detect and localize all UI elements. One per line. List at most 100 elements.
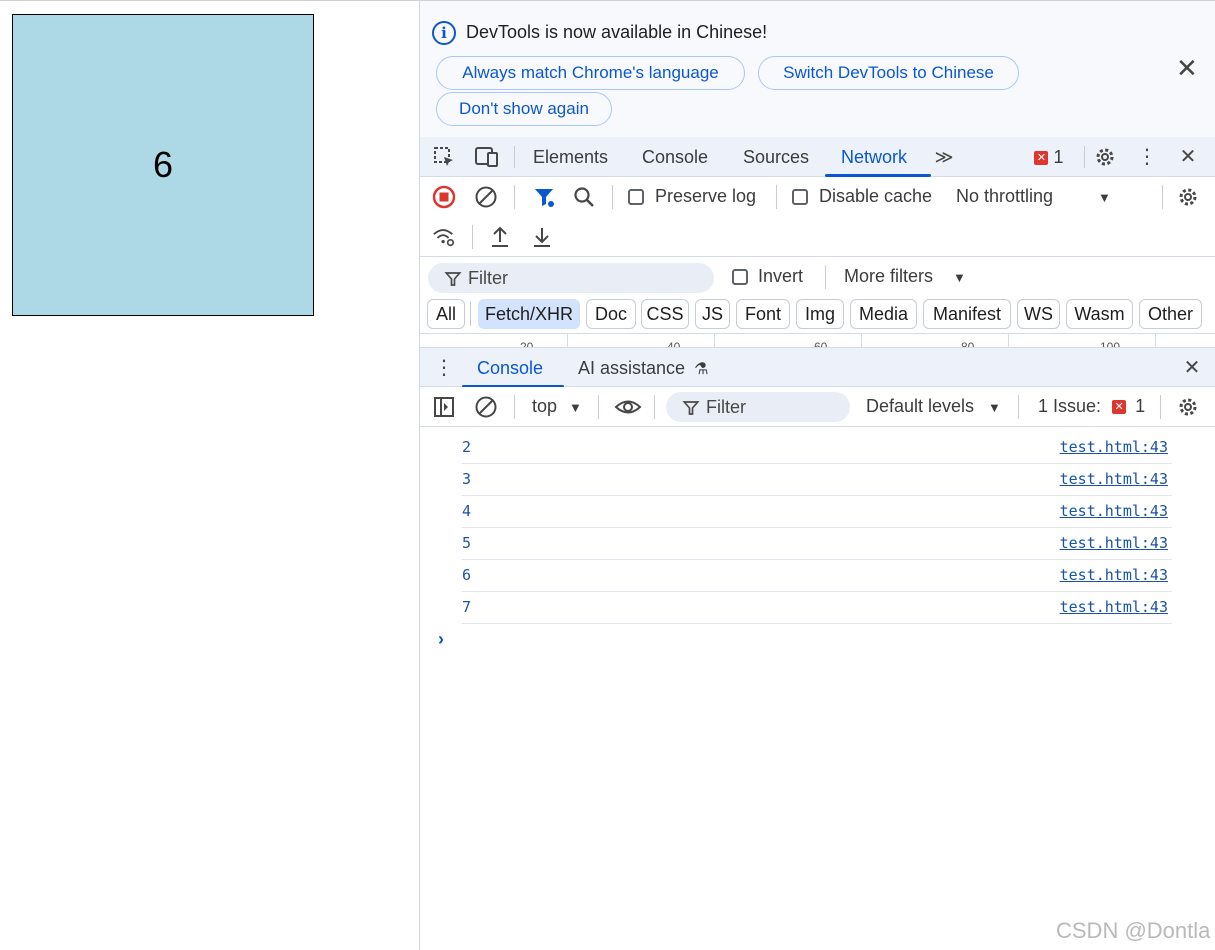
filter-placeholder: Filter	[706, 397, 746, 417]
more-options-icon[interactable]: ⋮	[1135, 145, 1159, 169]
close-devtools-icon[interactable]: ✕	[1176, 145, 1200, 169]
resource-type-filters: All Fetch/XHR Doc CSS JS Font Img Media …	[420, 297, 1215, 333]
source-link[interactable]: test.html:43	[1060, 534, 1168, 552]
settings-gear-icon[interactable]	[1093, 145, 1117, 169]
type-filter-media[interactable]: Media	[850, 299, 917, 329]
timeline-label: 100	[1100, 340, 1121, 347]
timeline-label: 60	[814, 340, 828, 347]
log-value: 3	[462, 470, 472, 488]
type-filter-other[interactable]: Other	[1139, 299, 1202, 329]
log-value: 2	[462, 438, 472, 456]
issues-button[interactable]: 1 Issue: ✕ 1	[1038, 396, 1145, 417]
type-filter-ws[interactable]: WS	[1017, 299, 1060, 329]
funnel-icon	[444, 268, 462, 293]
network-toolbar: Preserve log Disable cache No throttling…	[420, 177, 1215, 217]
source-link[interactable]: test.html:43	[1060, 598, 1168, 616]
source-link[interactable]: test.html:43	[1060, 470, 1168, 488]
chevron-down-icon[interactable]: ▼	[1098, 190, 1111, 205]
type-filter-doc[interactable]: Doc	[586, 299, 636, 329]
ai-assistance-label: AI assistance	[578, 358, 686, 378]
flask-icon: ⚗	[694, 361, 709, 378]
source-link[interactable]: test.html:43	[1060, 502, 1168, 520]
device-toolbar-icon[interactable]	[474, 145, 498, 169]
throttling-select[interactable]: No throttling	[956, 186, 1053, 207]
drawer-tab-ai-assistance[interactable]: AI assistance ⚗	[578, 348, 708, 388]
log-value: 6	[462, 566, 472, 584]
console-settings-icon[interactable]	[1176, 395, 1200, 419]
console-message: 5 test.html:43	[462, 528, 1172, 560]
type-filter-all[interactable]: All	[427, 299, 465, 329]
close-drawer-icon[interactable]: ✕	[1180, 356, 1204, 380]
log-value: 4	[462, 502, 472, 520]
issues-label: 1 Issue:	[1038, 396, 1102, 416]
console-message: 7 test.html:43	[462, 592, 1172, 624]
source-link[interactable]: test.html:43	[1060, 438, 1168, 456]
log-levels-dropdown[interactable]: Default levels	[866, 396, 974, 417]
filter-placeholder: Filter	[468, 268, 508, 288]
main-tab-bar: Elements Console Sources Network ≫ ✕ 1 ⋮…	[420, 137, 1215, 177]
preserve-log-checkbox[interactable]	[628, 189, 644, 205]
console-toolbar: top ▼ Filter Default levels ▼ 1 Issue: ✕…	[420, 387, 1215, 427]
console-prompt-chevron-icon[interactable]: ›	[438, 629, 444, 650]
eye-icon[interactable]	[614, 395, 642, 419]
chevron-down-icon[interactable]: ▼	[988, 400, 1001, 415]
page-viewport: 6	[0, 0, 419, 950]
drawer-menu-icon[interactable]: ⋮	[432, 356, 456, 380]
log-value: 5	[462, 534, 472, 552]
devtools-panel: i DevTools is now available in Chinese! …	[419, 0, 1215, 950]
network-toolbar-secondary	[420, 217, 1215, 257]
console-messages: 2 test.html:43 3 test.html:43 4 test.htm…	[420, 432, 1215, 624]
type-filter-wasm[interactable]: Wasm	[1066, 299, 1133, 329]
chevron-down-icon[interactable]: ▼	[953, 270, 966, 285]
more-tabs-icon[interactable]: ≫	[932, 145, 956, 169]
error-counter[interactable]: ✕ 1	[1024, 145, 1074, 169]
source-link[interactable]: test.html:43	[1060, 566, 1168, 584]
disable-cache-label: Disable cache	[819, 186, 933, 206]
type-filter-css[interactable]: CSS	[641, 299, 689, 329]
context-selector[interactable]: top	[532, 396, 557, 417]
network-conditions-icon[interactable]	[432, 225, 456, 249]
dont-show-again-button[interactable]: Don't show again	[436, 92, 612, 126]
infobar-message: DevTools is now available in Chinese!	[466, 22, 768, 42]
tab-elements[interactable]: Elements	[533, 137, 608, 177]
type-filter-img[interactable]: Img	[796, 299, 844, 329]
more-filters-dropdown[interactable]: More filters	[844, 266, 933, 287]
filter-funnel-icon[interactable]	[532, 185, 556, 209]
drawer-tab-console[interactable]: Console	[477, 348, 543, 388]
type-filter-fetch-xhr[interactable]: Fetch/XHR	[478, 299, 580, 329]
tab-network[interactable]: Network	[841, 137, 907, 177]
chevron-down-icon[interactable]: ▼	[569, 400, 582, 415]
language-infobar: i DevTools is now available in Chinese! …	[420, 1, 1215, 137]
number-box: 6	[12, 14, 314, 316]
timeline-label: 20	[520, 340, 534, 347]
network-timeline-overview[interactable]: 20 40 60 80 100	[420, 333, 1215, 347]
tab-sources[interactable]: Sources	[743, 137, 809, 177]
type-filter-js[interactable]: JS	[695, 299, 730, 329]
watermark: CSDN @Dontla	[1056, 918, 1211, 943]
funnel-icon	[682, 397, 700, 422]
network-filter-input[interactable]: Filter	[428, 263, 714, 293]
record-stop-icon[interactable]	[432, 185, 456, 209]
switch-to-chinese-button[interactable]: Switch DevTools to Chinese	[758, 56, 1019, 90]
clear-console-icon[interactable]	[474, 395, 498, 419]
always-match-language-button[interactable]: Always match Chrome's language	[436, 56, 745, 90]
timeline-label: 40	[667, 340, 681, 347]
invert-checkbox[interactable]	[732, 269, 748, 285]
network-settings-icon[interactable]	[1176, 185, 1200, 209]
tab-console[interactable]: Console	[642, 137, 708, 177]
sidebar-toggle-icon[interactable]	[432, 395, 456, 419]
disable-cache-checkbox[interactable]	[792, 189, 808, 205]
clear-icon[interactable]	[474, 185, 498, 209]
inspect-element-icon[interactable]	[432, 145, 456, 169]
import-har-icon[interactable]	[488, 225, 512, 249]
type-filter-manifest[interactable]: Manifest	[923, 299, 1011, 329]
console-filter-input[interactable]: Filter	[666, 392, 850, 422]
console-message: 3 test.html:43	[462, 464, 1172, 496]
type-filter-font[interactable]: Font	[736, 299, 790, 329]
search-icon[interactable]	[572, 185, 596, 209]
close-icon[interactable]: ✕	[1176, 55, 1198, 81]
export-har-icon[interactable]	[530, 225, 554, 249]
error-count: 1	[1053, 147, 1064, 167]
console-message: 6 test.html:43	[462, 560, 1172, 592]
drawer-tab-bar: ⋮ Console AI assistance ⚗ ✕	[420, 347, 1215, 388]
